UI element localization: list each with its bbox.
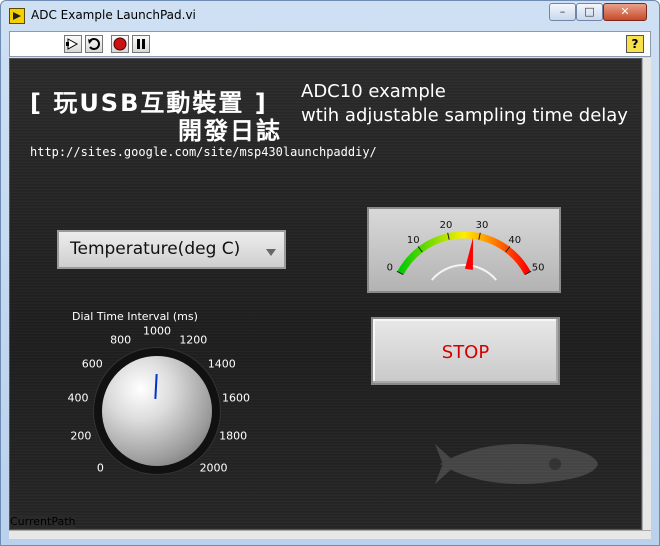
window-title: ADC Example LaunchPad.vi (31, 8, 196, 22)
temperature-gauge: 0 10 20 30 40 50 (367, 207, 561, 293)
current-path-label: CurrentPath (10, 515, 76, 528)
pause-icon[interactable] (132, 35, 150, 53)
dial-label: Dial Time Interval (ms) (72, 310, 198, 323)
dial-tick-label: 0 (96, 461, 104, 475)
gauge-needle (464, 237, 474, 270)
front-panel: [ 玩USB互動裝置 ] 開發日誌 ADC10 example wtih adj… (9, 58, 642, 530)
vi-toolbar: ? (9, 31, 651, 57)
cjk-title-line2: 開發日誌 (178, 117, 282, 145)
dial-tick-label: 1200 (179, 333, 208, 347)
dial-tick-label: 1600 (222, 391, 250, 405)
ring-selected-value: Temperature(deg C) (70, 239, 241, 259)
maximize-button[interactable]: □ (576, 3, 603, 21)
adc-title: ADC10 example (301, 81, 446, 102)
dropdown-arrow-icon (266, 249, 276, 256)
abort-icon[interactable] (111, 35, 129, 53)
url-label: http://sites.google.com/site/msp430launc… (30, 145, 377, 159)
gauge-tick-label: 20 (440, 220, 453, 231)
minimize-button[interactable]: – (549, 3, 576, 21)
rocket-watermark-icon (435, 444, 598, 484)
dial-tick-label: 800 (110, 333, 132, 347)
measurement-ring-select[interactable]: Temperature(deg C) (57, 230, 286, 269)
gauge-hub-arc (431, 264, 497, 281)
close-button[interactable]: ✕ (603, 3, 647, 21)
dial-tick-label: 1000 (143, 324, 171, 338)
vertical-scrollbar[interactable] (642, 58, 651, 530)
gauge-tick-label: 50 (532, 263, 545, 274)
gauge-tick-label: 40 (508, 235, 521, 246)
dial-tick-label: 2000 (199, 461, 228, 475)
gauge-tick-label: 30 (476, 220, 489, 231)
dial-tick-label: 1400 (207, 357, 236, 371)
run-arrow-icon[interactable] (64, 35, 82, 53)
stop-button[interactable]: STOP (371, 317, 560, 385)
dial-tick-label: 1800 (219, 429, 248, 443)
dial-tick-label: 200 (70, 429, 92, 443)
title-bar[interactable]: ADC Example LaunchPad.vi – □ ✕ (1, 1, 659, 31)
dial-tick-label: 400 (67, 391, 89, 405)
dial-marker (154, 373, 158, 400)
labview-window: ADC Example LaunchPad.vi – □ ✕ ? [ 玩USB互… (0, 0, 660, 546)
horizontal-scrollbar[interactable] (9, 530, 651, 539)
gauge-tick-label: 0 (387, 263, 393, 274)
dial-knob[interactable] (102, 356, 212, 466)
dial-tick-label: 600 (81, 357, 103, 371)
run-continuously-icon[interactable] (85, 35, 103, 53)
context-help-button[interactable]: ? (626, 35, 644, 53)
adc-subtitle: wtih adjustable sampling time delay (301, 105, 628, 126)
labview-vi-icon (9, 8, 25, 24)
gauge-tick-label: 10 (407, 235, 420, 246)
stop-label: STOP (441, 342, 490, 363)
